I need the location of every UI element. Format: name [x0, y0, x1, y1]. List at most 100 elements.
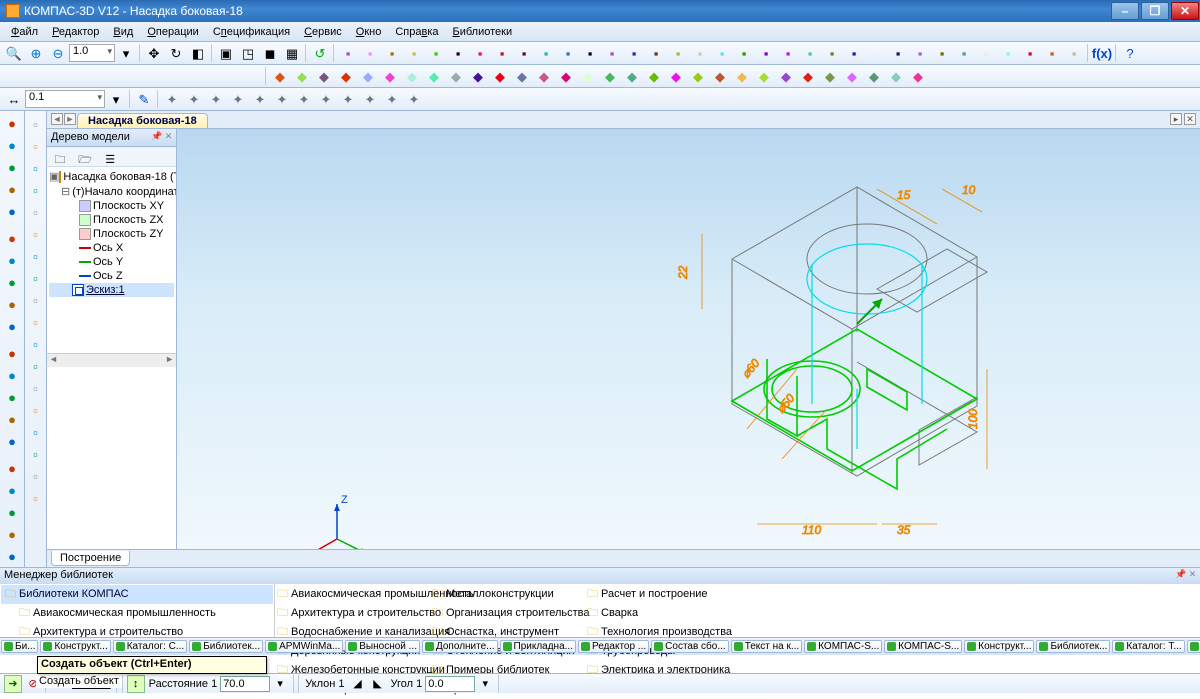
toolbar-button[interactable]: ◆ — [886, 66, 906, 86]
angle-input[interactable] — [425, 676, 475, 692]
toolbar-button[interactable]: ✦ — [404, 89, 424, 109]
toolbar-button[interactable]: ▪ — [536, 43, 556, 63]
taskbar-item[interactable]: Дополните... — [422, 640, 498, 653]
toolbar-button[interactable]: ◆ — [402, 66, 422, 86]
toolbar-button[interactable]: ◆ — [358, 66, 378, 86]
zoom-drop-icon[interactable]: ▾ — [116, 43, 136, 63]
left-tool-button[interactable]: ● — [2, 317, 22, 337]
left-tool-button-2[interactable]: ▫ — [26, 422, 46, 442]
taskbar-item[interactable]: Редактор ... — [578, 640, 649, 653]
close-button[interactable]: ✕ — [1171, 2, 1199, 20]
toolbar-button[interactable]: ◆ — [622, 66, 642, 86]
left-tool-button[interactable]: ● — [2, 273, 22, 293]
toolbar-button[interactable]: ▪ — [998, 43, 1018, 63]
toolbar-button[interactable]: ◆ — [512, 66, 532, 86]
tree-sketch[interactable]: Эскиз:1 — [86, 284, 125, 296]
taskbar-item[interactable]: APMWinMa... — [265, 640, 343, 653]
taskbar-item[interactable]: Текст на к... — [731, 640, 803, 653]
toolbar-button[interactable]: ▪ — [668, 43, 688, 63]
toolbar-button[interactable]: ▪ — [690, 43, 710, 63]
toolbar-button[interactable]: ▪ — [448, 43, 468, 63]
menu-spec[interactable]: Спецификация — [206, 24, 297, 40]
toolbar-button[interactable]: ◆ — [754, 66, 774, 86]
toolbar-button[interactable]: ◆ — [314, 66, 334, 86]
redraw-icon[interactable]: ↺ — [310, 43, 330, 63]
orient-icon[interactable]: ◧ — [188, 43, 208, 63]
3d-viewport[interactable]: Z Y X — [177, 129, 1200, 549]
toolbar-button[interactable]: ◆ — [776, 66, 796, 86]
left-tool-button[interactable]: ● — [2, 229, 22, 249]
left-tool-button-2[interactable]: ▫ — [26, 224, 46, 244]
toolbar-button[interactable]: ◆ — [600, 66, 620, 86]
toolbar-button[interactable]: ✦ — [250, 89, 270, 109]
taskbar-item[interactable]: Прикладна... — [500, 640, 576, 653]
menu-libraries[interactable]: Библиотеки — [446, 24, 520, 40]
left-tool-button[interactable]: ● — [2, 114, 22, 134]
toolbar-button[interactable]: ▪ — [800, 43, 820, 63]
toolbar-button[interactable]: ▪ — [602, 43, 622, 63]
left-tool-button[interactable]: ● — [2, 431, 22, 451]
toolbar-button[interactable]: ▪ — [910, 43, 930, 63]
toolbar-button[interactable]: ▪ — [778, 43, 798, 63]
toolbar-button[interactable]: ▪ — [1064, 43, 1084, 63]
toolbar-button[interactable]: ◆ — [446, 66, 466, 86]
left-tool-button-2[interactable]: ▫ — [26, 268, 46, 288]
toolbar-button[interactable]: ▪ — [426, 43, 446, 63]
sketch-mode-icon[interactable]: ✎ — [134, 89, 154, 109]
tab-close-icon[interactable]: ✕ — [1184, 113, 1196, 125]
toolbar-button[interactable]: ◆ — [534, 66, 554, 86]
toolbar-button[interactable]: ▪ — [382, 43, 402, 63]
tree-plane[interactable]: Плоскость ZX — [93, 214, 164, 226]
toolbar-button[interactable]: ▪ — [844, 43, 864, 63]
tab-pin-icon[interactable]: ▸ — [1170, 113, 1182, 125]
toolbar-button[interactable]: ▪ — [932, 43, 952, 63]
toolbar-button[interactable]: ✦ — [360, 89, 380, 109]
left-tool-button-2[interactable]: ▫ — [26, 378, 46, 398]
zoom-in-icon[interactable]: ⊕ — [26, 43, 46, 63]
left-tool-button[interactable]: ● — [2, 202, 22, 222]
hidden-icon[interactable]: ◳ — [238, 43, 258, 63]
left-tool-button[interactable]: ● — [2, 136, 22, 156]
menu-window[interactable]: Окно — [349, 24, 389, 40]
step-drop[interactable]: ▾ — [106, 89, 126, 109]
toolbar-button[interactable]: ◆ — [468, 66, 488, 86]
menu-help[interactable]: Справка — [388, 24, 445, 40]
toolbar-button[interactable]: ✦ — [162, 89, 182, 109]
step-icon[interactable]: ↔ — [4, 89, 24, 109]
left-tool-button[interactable]: ● — [2, 458, 22, 478]
left-tool-button-2[interactable]: ▫ — [26, 444, 46, 464]
toolbar-button[interactable]: ✦ — [206, 89, 226, 109]
toolbar-button[interactable]: ▪ — [492, 43, 512, 63]
zoom-combo[interactable]: 1.0 — [69, 44, 115, 62]
shaded-icon[interactable]: ◼ — [260, 43, 280, 63]
toolbar-button[interactable]: ▪ — [624, 43, 644, 63]
toolbar-button[interactable]: ▪ — [470, 43, 490, 63]
tree-hscroll[interactable] — [47, 353, 176, 367]
toolbar-button[interactable]: ◆ — [292, 66, 312, 86]
left-tool-button-2[interactable]: ▫ — [26, 158, 46, 178]
menu-editor[interactable]: Редактор — [45, 24, 106, 40]
left-tool-button-2[interactable]: ▫ — [26, 400, 46, 420]
tree-tb-btn[interactable]: ☰ — [100, 149, 120, 169]
left-tool-button-2[interactable]: ▫ — [26, 334, 46, 354]
zoom-out-icon[interactable]: ⊖ — [48, 43, 68, 63]
toolbar-button[interactable]: ▪ — [404, 43, 424, 63]
tab-next-button[interactable]: ► — [64, 113, 76, 125]
toolbar-button[interactable]: ▪ — [756, 43, 776, 63]
tab-prev-button[interactable]: ◄ — [51, 113, 63, 125]
toolbar-button[interactable]: ✦ — [338, 89, 358, 109]
tree-origin[interactable]: (т)Начало координат — [72, 186, 176, 198]
toolbar-button[interactable]: ✦ — [294, 89, 314, 109]
toolbar-button[interactable]: ✦ — [184, 89, 204, 109]
toolbar-button[interactable]: ◆ — [556, 66, 576, 86]
panel-pin-icon[interactable]: 📌 — [151, 131, 162, 142]
toolbar-button[interactable]: ✦ — [228, 89, 248, 109]
bottom-tab-build[interactable]: Построение — [51, 551, 130, 566]
tree-axis[interactable]: Ось Z — [93, 270, 123, 282]
minimize-button[interactable]: – — [1111, 2, 1139, 20]
menu-service[interactable]: Сервис — [297, 24, 349, 40]
left-tool-button-2[interactable]: ▫ — [26, 180, 46, 200]
toolbar-button[interactable]: ▪ — [888, 43, 908, 63]
left-tool-button[interactable]: ● — [2, 387, 22, 407]
toolbar-button[interactable]: ◆ — [424, 66, 444, 86]
